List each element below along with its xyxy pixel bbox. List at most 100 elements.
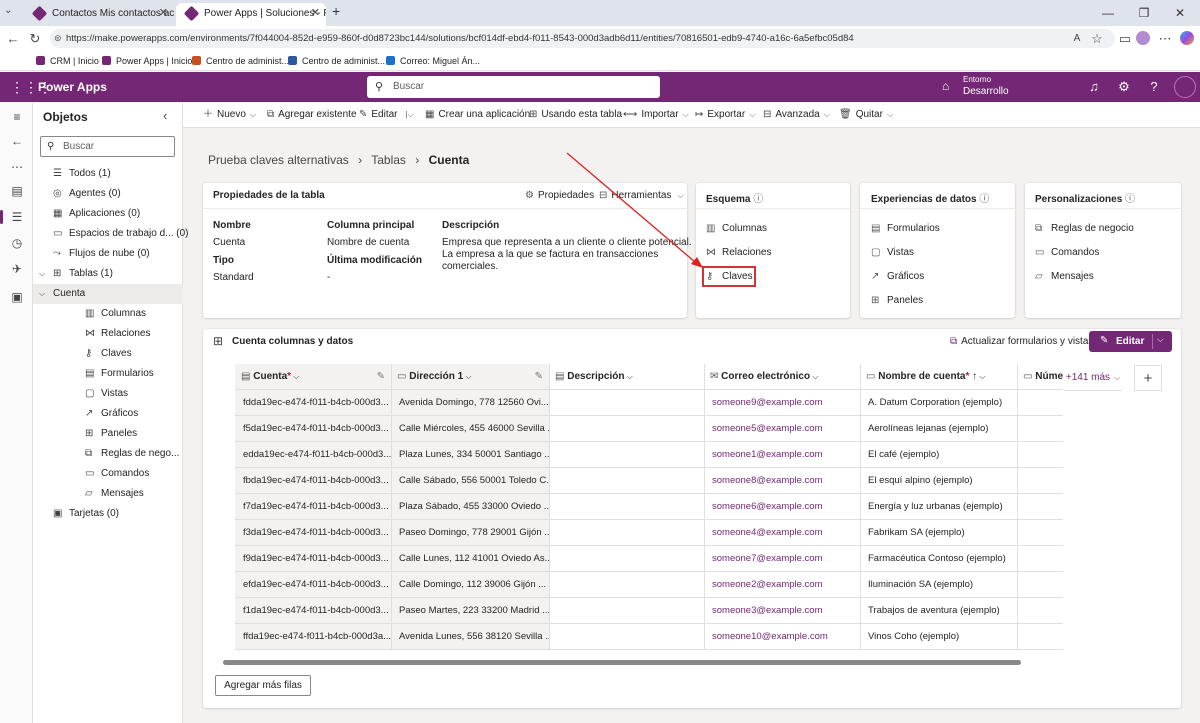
add-more-rows-button[interactable]: Agregar más filas (215, 675, 311, 696)
column-header-4[interactable]: ▭ Nombre de cuenta* ↑ ⌵ (860, 364, 1017, 390)
dashboards-link[interactable]: ⊞ Paneles (871, 295, 923, 306)
expander-chevron-icon[interactable]: ⌵ (39, 284, 45, 304)
add-existing-button[interactable]: ⧉ Agregar existente (267, 102, 357, 128)
tab-actions-icon[interactable]: ⌄ (4, 5, 12, 16)
column-edit-icon[interactable]: ✎ (535, 364, 543, 389)
url-field[interactable]: ⊜ https://make.powerapps.com/environment… (50, 29, 1115, 48)
browser-tab-powerapps[interactable]: Power Apps | Soluciones - Prueba ✕ (176, 3, 326, 26)
split-screen-icon[interactable]: ▭ (1116, 29, 1134, 48)
back-arrow-icon[interactable]: ← (8, 132, 26, 150)
refresh-icon[interactable]: ↻ (26, 29, 44, 48)
browser-tab-contactos[interactable]: Contactos Mis contactos activos - ✕ (24, 3, 174, 26)
close-window-icon[interactable]: ✕ (1162, 0, 1198, 26)
close-tab-icon[interactable]: ✕ (311, 3, 320, 24)
favorite-star-icon[interactable]: ☆ (1088, 29, 1106, 48)
schema-relations-link[interactable]: ⋈ Relaciones (706, 247, 771, 258)
more-icon[interactable]: ⋯ (8, 158, 26, 176)
tree-item-columnas[interactable]: ▥ Columnas (33, 304, 183, 324)
using-this-table-button[interactable]: ⊞ Usando esta tabla (529, 102, 622, 128)
email-link-cell[interactable]: someone5@example.com (704, 416, 860, 442)
maximize-icon[interactable]: ❐ (1126, 0, 1162, 26)
email-link-cell[interactable]: someone2@example.com (704, 572, 860, 598)
expander-chevron-icon[interactable]: ⌵ (39, 264, 45, 284)
app-name[interactable]: Power Apps (38, 72, 107, 102)
create-app-button[interactable]: ▦ Crear una aplicación (425, 102, 530, 128)
back-icon[interactable]: ← (4, 29, 22, 48)
edit-grid-button[interactable]: ✎ Editar ⌵ (1089, 331, 1172, 352)
email-link-cell[interactable]: someone1@example.com (704, 442, 860, 468)
solution-checker-icon[interactable]: ▣ (8, 288, 26, 306)
tree-item-aplicaciones[interactable]: ▦ Aplicaciones (0) (33, 204, 183, 224)
email-link-cell[interactable]: someone6@example.com (704, 494, 860, 520)
bookmark-crm[interactable]: CRM | Inicio (34, 51, 99, 71)
bookmark-admin-center-1[interactable]: Centro de administ... (190, 51, 289, 71)
tree-item-agentes[interactable]: ◎ Agentes (0) (33, 184, 183, 204)
objects-search-input[interactable]: ⚲ Buscar (40, 136, 175, 157)
profile-icon[interactable] (1136, 31, 1150, 45)
column-header-0[interactable]: ▤ Cuenta* ⌵ ✎ (235, 364, 391, 390)
column-header-2[interactable]: ▤ Descripción ⌵ (549, 364, 704, 390)
tree-item-claves[interactable]: ⚷ Claves (33, 344, 183, 364)
business-rules-link[interactable]: ⧉ Reglas de negocio (1035, 223, 1134, 234)
hamburger-menu-icon[interactable]: ≡ (8, 108, 26, 126)
tree-item-tarjetas[interactable]: ▣ Tarjetas (0) (33, 504, 183, 524)
charts-link[interactable]: ↗ Gráficos (871, 271, 924, 282)
pipelines-icon[interactable]: ✈ (8, 260, 26, 278)
column-edit-icon[interactable]: ✎ (377, 364, 385, 389)
objects-icon[interactable]: ☰ (0, 208, 26, 226)
info-icon[interactable]: ⓘ (753, 194, 763, 205)
collapse-panel-icon[interactable]: ‹ (163, 108, 167, 123)
site-info-icon[interactable]: ⊜ (54, 29, 62, 48)
tree-item-vistas[interactable]: ▢ Vistas (33, 384, 183, 404)
history-icon[interactable]: ◷ (8, 234, 26, 252)
user-avatar[interactable] (1174, 76, 1196, 98)
tree-item-comandos[interactable]: ▭ Comandos (33, 464, 183, 484)
tree-item-reglas-de-nego-[interactable]: ⧉ Reglas de nego... (33, 444, 183, 464)
notifications-bell-icon[interactable]: ♫ (1084, 72, 1104, 102)
tree-item-cuenta[interactable]: ⌵ Cuenta (33, 284, 183, 304)
schema-columns-link[interactable]: ▥ Columnas (706, 223, 767, 234)
tree-item-tablas[interactable]: ⌵ ⊞ Tablas (1) (33, 264, 183, 284)
more-columns-button[interactable]: +141 más ⌵ (1064, 365, 1122, 391)
info-icon[interactable]: ⓘ (979, 194, 989, 205)
tree-item-formularios[interactable]: ▤ Formularios (33, 364, 183, 384)
bookmark-admin-center-2[interactable]: Centro de administ... (286, 51, 385, 71)
minimize-icon[interactable]: — (1090, 0, 1126, 26)
settings-gear-icon[interactable]: ⚙ (1114, 72, 1134, 102)
remove-button[interactable]: 🗑 Quitar ⌵ (839, 102, 893, 128)
email-link-cell[interactable]: someone10@example.com (704, 624, 860, 650)
new-button[interactable]: ＋ Nuevo ⌵ (203, 102, 256, 128)
bookmark-powerapps[interactable]: Power Apps | Inicio (100, 51, 192, 71)
forms-link[interactable]: ▤ Formularios (871, 223, 940, 234)
tree-item-gráficos[interactable]: ↗ Gráficos (33, 404, 183, 424)
column-header-3[interactable]: ✉ Correo electrónico ⌵ (704, 364, 860, 390)
info-icon[interactable]: ⓘ (1125, 194, 1135, 205)
email-link-cell[interactable]: someone4@example.com (704, 520, 860, 546)
email-link-cell[interactable]: someone3@example.com (704, 598, 860, 624)
column-header-1[interactable]: ▭ Dirección 1 ⌵ ✎ (391, 364, 549, 390)
global-search-input[interactable]: ⚲ Buscar (367, 76, 660, 98)
tree-item-espacios-de-trabajo-d-[interactable]: ▭ Espacios de trabajo d... (0) (33, 224, 189, 244)
new-tab-icon[interactable]: + (332, 3, 340, 19)
close-tab-icon[interactable]: ✕ (159, 3, 168, 24)
views-link[interactable]: ▢ Vistas (871, 247, 914, 258)
tree-item-todos[interactable]: ☰ Todos (1) (33, 164, 183, 184)
tree-item-relaciones[interactable]: ⋈ Relaciones (33, 324, 183, 344)
export-button[interactable]: ↦ Exportar ⌵ (695, 102, 755, 128)
email-link-cell[interactable]: someone7@example.com (704, 546, 860, 572)
breadcrumb-solution[interactable]: Prueba claves alternativas (208, 153, 349, 167)
read-aloud-icon[interactable]: A (1068, 29, 1086, 48)
tree-item-paneles[interactable]: ⊞ Paneles (33, 424, 183, 444)
extensions-icon[interactable]: ⋯ (1156, 29, 1174, 48)
add-column-button[interactable]: + (1134, 365, 1162, 391)
import-button[interactable]: ⟷ Importar ⌵ (623, 102, 689, 128)
schema-keys-link[interactable]: ⚷ Claves (706, 271, 753, 282)
email-link-cell[interactable]: someone8@example.com (704, 468, 860, 494)
update-forms-views-button[interactable]: ⧉ Actualizar formularios y vistas (950, 336, 1093, 347)
help-icon[interactable]: ? (1144, 72, 1164, 102)
overview-icon[interactable]: ▤ (8, 182, 26, 200)
advanced-button[interactable]: ⊟ Avanzada ⌵ (763, 102, 830, 128)
bookmark-mail[interactable]: Correo: Miguel Án... (384, 51, 480, 71)
tree-item-mensajes[interactable]: ▱ Mensajes (33, 484, 183, 504)
column-header-5[interactable]: ▭ Núme (1017, 364, 1063, 390)
